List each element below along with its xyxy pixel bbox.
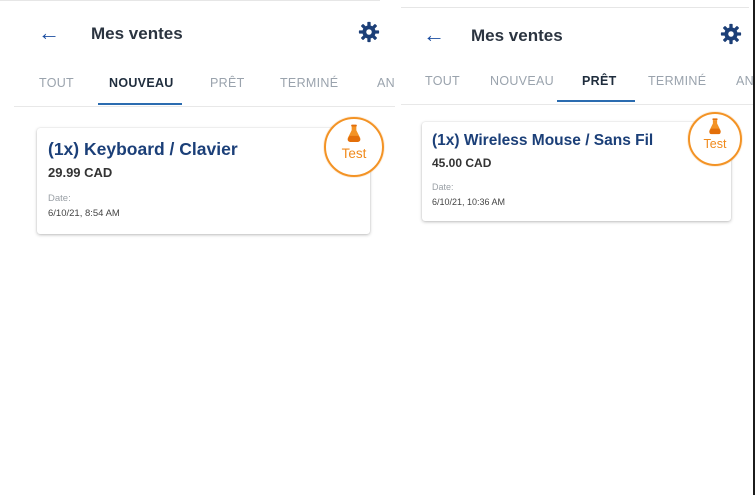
back-arrow-icon[interactable]: ←: [38, 22, 60, 44]
top-divider: [0, 0, 380, 1]
gear-icon[interactable]: [358, 21, 380, 43]
tab-annule[interactable]: AN: [736, 74, 754, 88]
test-badge: Test: [324, 117, 384, 177]
top-divider: [401, 7, 749, 8]
card-price: 45.00 CAD: [432, 156, 492, 170]
gear-icon[interactable]: [720, 23, 742, 45]
sale-card[interactable]: (1x) Keyboard / Clavier 29.99 CAD Date: …: [37, 128, 370, 234]
active-tab-indicator: [98, 103, 182, 105]
card-title: (1x) Keyboard / Clavier: [48, 139, 238, 159]
flask-icon: [709, 118, 721, 135]
tab-termine[interactable]: TERMINÉ: [280, 76, 338, 90]
badge-label: Test: [341, 146, 367, 161]
screen-pret: ← Mes ventes TOUT NOUVEAU PRÊT TERMINÉ A…: [401, 0, 755, 495]
tab-tout[interactable]: TOUT: [39, 76, 74, 90]
sale-card[interactable]: (1x) Wireless Mouse / Sans Fil 45.00 CAD…: [422, 122, 731, 221]
tab-pret[interactable]: PRÊT: [210, 76, 245, 90]
tab-termine[interactable]: TERMINÉ: [648, 74, 706, 88]
card-date-label: Date:: [48, 193, 71, 204]
card-title: (1x) Wireless Mouse / Sans Fil: [432, 132, 654, 149]
card-date: 6/10/21, 8:54 AM: [48, 208, 120, 219]
tab-bar: TOUT NOUVEAU PRÊT TERMINÉ AN: [401, 70, 755, 105]
tab-tout[interactable]: TOUT: [425, 74, 460, 88]
tab-bar: TOUT NOUVEAU PRÊT TERMINÉ AN: [14, 72, 395, 107]
page-title: Mes ventes: [91, 24, 183, 43]
tab-nouveau[interactable]: NOUVEAU: [490, 74, 554, 88]
card-date-label: Date:: [432, 182, 454, 192]
tab-pret[interactable]: PRÊT: [582, 74, 617, 88]
back-arrow-icon[interactable]: ←: [423, 24, 445, 46]
test-badge: Test: [688, 112, 742, 166]
tab-annule[interactable]: AN: [377, 76, 395, 90]
page-title: Mes ventes: [471, 26, 563, 45]
screen-nouveau: ← Mes ventes TOUT NOUVEAU PRÊT TERMINÉ A…: [0, 0, 395, 495]
app-header: ← Mes ventes: [0, 8, 395, 58]
card-date: 6/10/21, 10:36 AM: [432, 197, 506, 207]
active-tab-indicator: [557, 100, 635, 102]
tab-nouveau[interactable]: NOUVEAU: [109, 76, 174, 90]
app-header: ← Mes ventes: [401, 10, 755, 60]
card-price: 29.99 CAD: [48, 165, 113, 180]
badge-label: Test: [703, 137, 727, 151]
flask-icon: [347, 124, 361, 142]
